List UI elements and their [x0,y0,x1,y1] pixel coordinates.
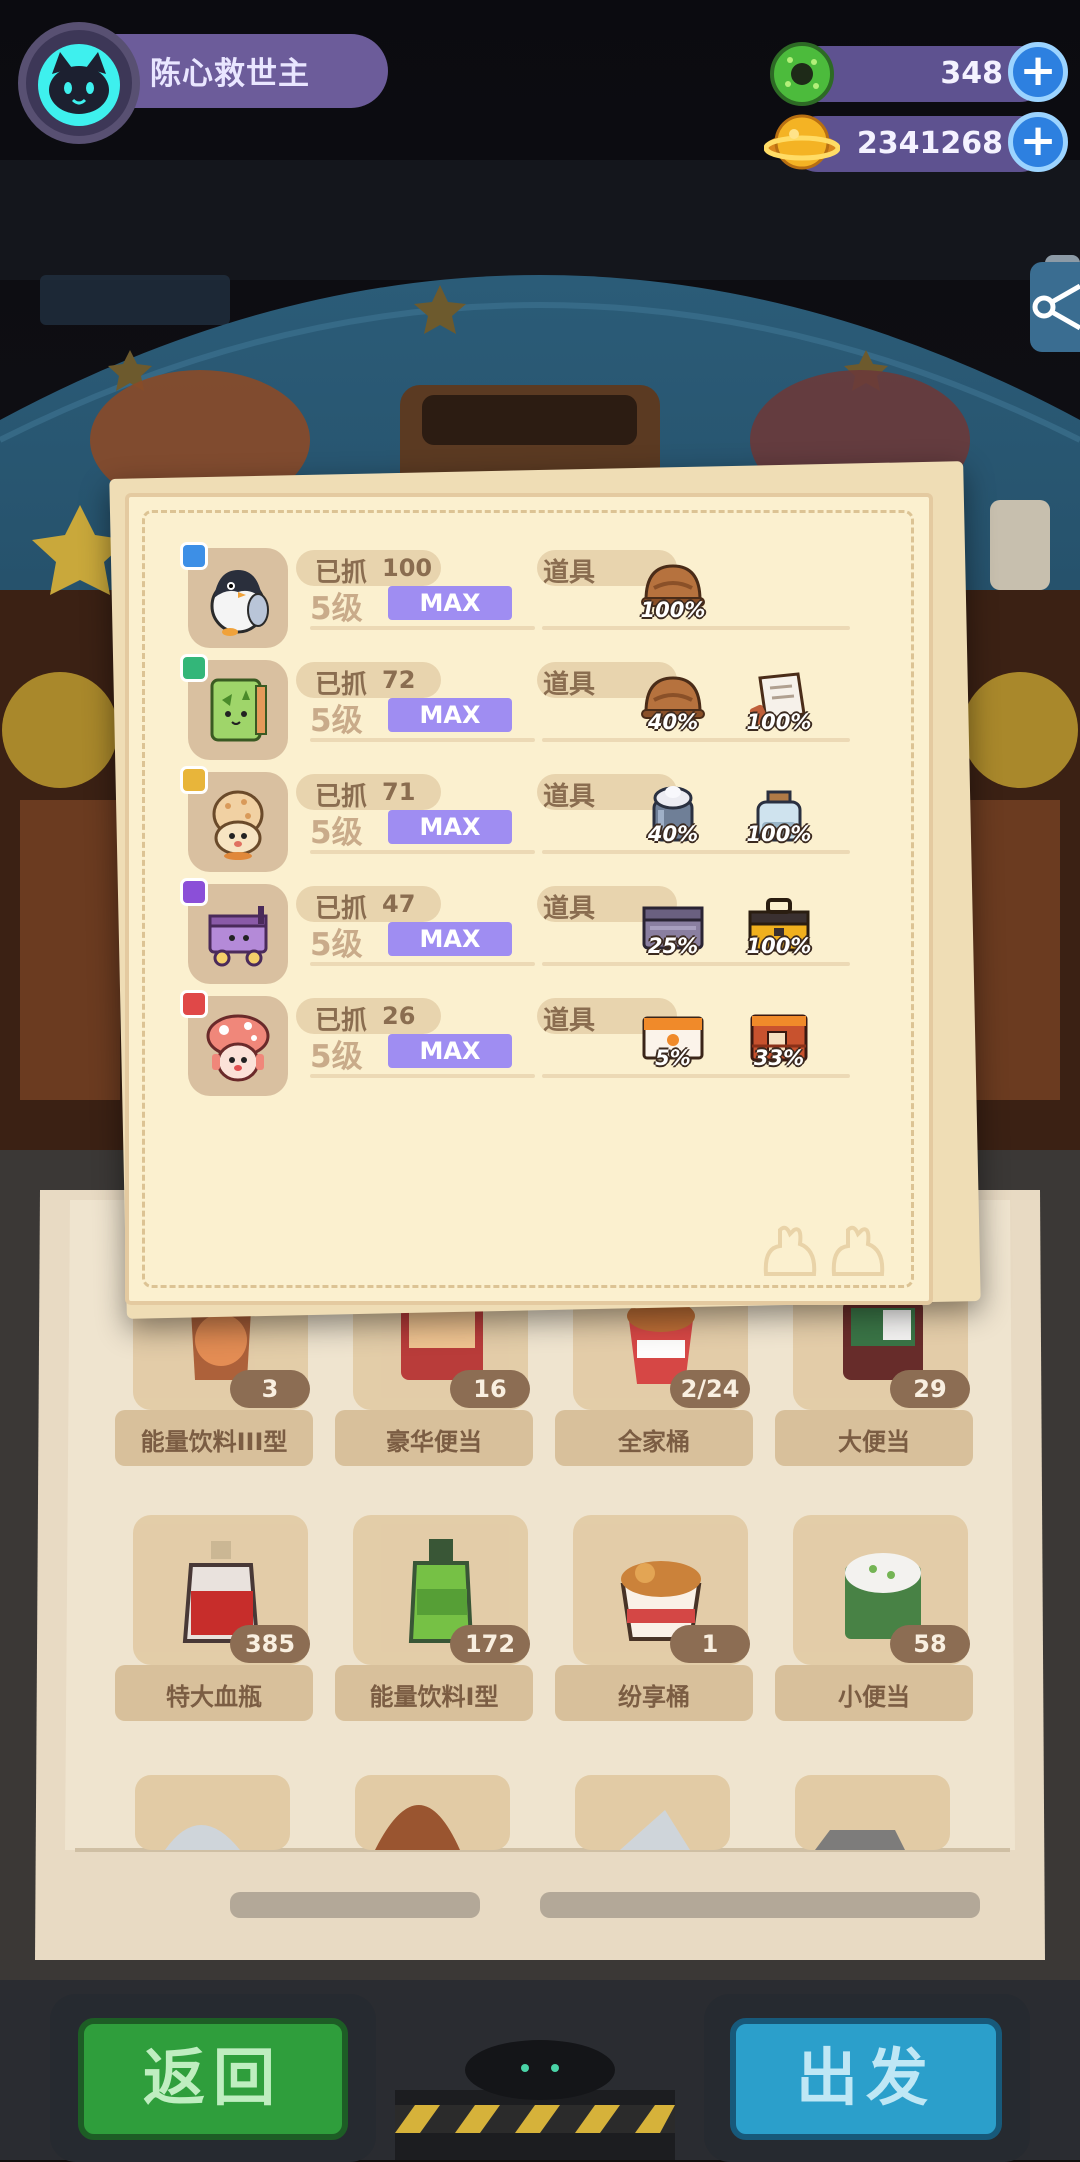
prop-drop-percent: 100% [746,710,812,734]
prop-drop-percent: 40% [647,710,699,734]
row-divider [542,1074,850,1078]
item-count: 385 [230,1625,310,1663]
caught-count: 26 [382,1002,416,1030]
prop-drop-percent: 5% [655,1046,691,1070]
level-label: 5级 [310,815,363,851]
row-divider [310,738,535,742]
row-divider [542,738,850,742]
prop-drop-percent: 25% [647,934,699,958]
props-label: 道具 [543,558,596,588]
add-donut-button[interactable]: + [1008,42,1068,102]
item-name: 大便当 [838,1428,910,1456]
prop-drop-percent: 100% [640,598,706,622]
rarity-badge-icon [180,542,208,570]
max-badge: MAX [388,586,512,620]
item-name: 小便当 [838,1683,910,1711]
item-name: 全家桶 [618,1428,690,1456]
caught-count: 47 [382,890,416,918]
max-badge: MAX [388,698,512,732]
level-label: 5级 [310,1039,363,1075]
cart-creature-icon [198,894,278,978]
item-count: 2/24 [670,1370,750,1408]
rarity-badge-icon [180,990,208,1018]
rarity-badge-icon [180,766,208,794]
item-name: 特大血瓶 [166,1683,262,1711]
add-coin-button[interactable]: + [1008,112,1068,172]
row-divider [310,626,535,630]
row-divider [310,850,535,854]
cat-avatar-icon [38,44,120,126]
item-count: 3 [230,1370,310,1408]
caught-count: 72 [382,666,416,694]
rarity-badge-icon [180,654,208,682]
depart-button[interactable]: 出发 [730,2018,1002,2140]
item-name: 能量饮料III型 [140,1428,288,1456]
props-label: 道具 [543,894,596,924]
item-name: 能量饮料I型 [369,1683,499,1711]
row-divider [542,962,850,966]
player-name: 陈心救世主 [150,56,310,92]
coin-currency-value: 2341268 [856,126,1003,161]
book-creature-icon [198,670,278,754]
bunny-decoration-icon [758,1222,898,1282]
prop-drop-percent: 100% [746,822,812,846]
item-count: 16 [450,1370,530,1408]
share-icon [1032,283,1080,331]
item-name: 豪华便当 [386,1428,482,1456]
share-tab[interactable] [1030,262,1080,352]
max-badge: MAX [388,1034,512,1068]
item-count: 29 [890,1370,970,1408]
max-badge: MAX [388,922,512,956]
props-label: 道具 [543,670,596,700]
item-count: 172 [450,1625,530,1663]
item-count: 1 [670,1625,750,1663]
donut-currency-value: 348 [940,56,1003,91]
mushroom-creature-icon [198,1006,278,1090]
prop-drop-percent: 40% [647,822,699,846]
caught-count: 71 [382,778,416,806]
prop-drop-percent: 33% [753,1046,805,1070]
back-button[interactable]: 返回 [78,2018,348,2140]
rarity-badge-icon [180,878,208,906]
level-label: 5级 [310,591,363,627]
item-count: 58 [890,1625,970,1663]
props-label: 道具 [543,782,596,812]
level-label: 5级 [310,927,363,963]
row-divider [310,962,535,966]
prop-drop-percent: 100% [746,934,812,958]
caught-count: 100 [382,554,433,582]
row-divider [542,850,850,854]
row-divider [310,1074,535,1078]
row-divider [542,626,850,630]
level-label: 5级 [310,703,363,739]
cookie-creature-icon [198,782,278,866]
max-badge: MAX [388,810,512,844]
penguin-creature-icon [198,558,278,642]
props-label: 道具 [543,1006,596,1036]
item-name: 纷享桶 [618,1683,690,1711]
